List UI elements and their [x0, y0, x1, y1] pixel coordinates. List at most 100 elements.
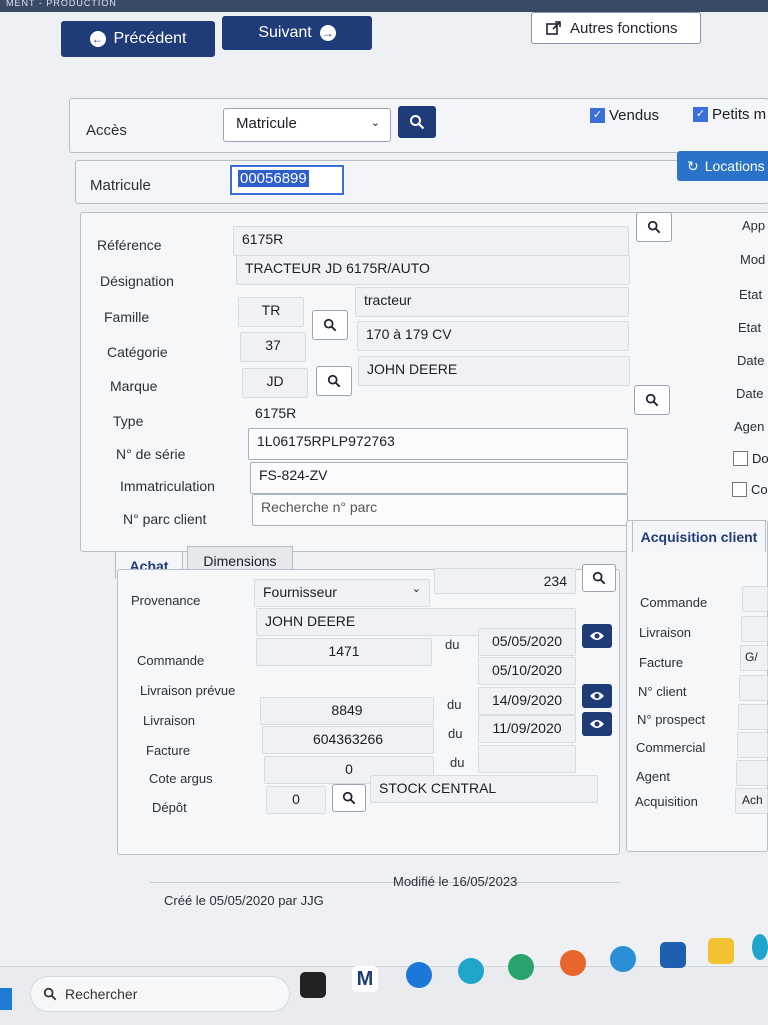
modified-info: Modifié le 16/05/2023 [393, 874, 518, 889]
matricule-input[interactable]: 00056899 [230, 165, 344, 195]
livraison-prevue-label: Livraison prévue [140, 683, 236, 698]
vendus-checkbox[interactable]: ✓ Vendus [590, 107, 659, 124]
access-search-button[interactable] [398, 106, 436, 138]
more-functions-button[interactable]: Autres fonctions [531, 12, 701, 44]
acq-facture-field[interactable]: G/ [740, 645, 768, 671]
right-checkbox-co[interactable]: ✓ Co [732, 482, 768, 497]
livraison-field[interactable]: 8849 [260, 697, 434, 725]
acq-prospect-field[interactable] [738, 704, 768, 730]
famille-search-button[interactable] [312, 310, 348, 340]
reference-label: Référence [97, 237, 162, 253]
search-icon [645, 393, 659, 407]
livraison-date-field[interactable]: 14/09/2020 [478, 687, 576, 715]
taskbar-search[interactable]: Rechercher [30, 976, 290, 1012]
right-checkbox-do[interactable]: ✓ Do [733, 451, 768, 466]
acq-client-label: N° client [638, 684, 687, 699]
right-search-button[interactable] [634, 385, 670, 415]
commande-view-button[interactable] [582, 624, 612, 648]
reference-search-button[interactable] [636, 212, 672, 242]
depot-code-field[interactable]: 0 [266, 786, 326, 814]
vendus-label: Vendus [609, 107, 660, 124]
parc-field[interactable]: Recherche n° parc [252, 494, 628, 526]
acq-acquisition-field[interactable]: Ach [735, 788, 768, 814]
app-m-icon[interactable]: M [352, 966, 378, 992]
acquisition-title: Acquisition client [632, 520, 766, 552]
immat-label: Immatriculation [120, 478, 215, 494]
acquisition-title-label: Acquisition client [640, 528, 758, 545]
matricule-value: 00056899 [238, 170, 309, 187]
acq-agent-field[interactable] [736, 760, 768, 786]
type-field: 6175R [255, 405, 297, 421]
access-select[interactable]: Matricule ⌄ [223, 108, 391, 142]
famille-name-field: tracteur [355, 287, 629, 317]
provenance-value: Fournisseur [263, 584, 337, 600]
tab-dimensions-label: Dimensions [203, 552, 277, 569]
eye-icon [590, 720, 604, 728]
marque-search-button[interactable] [316, 366, 352, 396]
designation-field[interactable]: TRACTEUR JD 6175R/AUTO [236, 255, 630, 285]
commande-label: Commande [137, 653, 205, 668]
file-explorer-icon[interactable] [708, 938, 734, 964]
designation-label: Désignation [100, 273, 174, 289]
marque-code-field[interactable]: JD [242, 368, 308, 398]
commande-date-field[interactable]: 05/05/2020 [478, 628, 576, 656]
external-link-icon [546, 21, 561, 35]
outlook-icon[interactable] [660, 942, 686, 968]
right-label-etat-2: Etat [738, 320, 762, 335]
petits-checkbox[interactable]: ✓ Petits m [693, 106, 766, 123]
categorie-code-field[interactable]: 37 [240, 332, 306, 362]
depot-label: Dépôt [152, 800, 187, 815]
edge-beta-icon[interactable] [610, 946, 636, 972]
previous-button[interactable]: ← Précédent [61, 21, 215, 57]
categorie-label: Catégorie [107, 344, 168, 360]
checkbox-checked-icon: ✓ [693, 107, 708, 122]
facture-view-button[interactable] [582, 712, 612, 736]
cote-date-field[interactable] [478, 745, 576, 773]
acq-commande-field[interactable] [742, 586, 768, 612]
depot-search-button[interactable] [332, 784, 366, 812]
provenance-select[interactable]: Fournisseur ⌄ [254, 579, 430, 607]
search-icon [647, 220, 661, 234]
right-label-app: App [742, 218, 766, 233]
marque-name-field: JOHN DEERE [358, 356, 630, 386]
edge-canary-icon[interactable] [752, 934, 768, 960]
commande-field[interactable]: 1471 [256, 638, 432, 666]
type-label: Type [113, 413, 144, 429]
acq-agent-label: Agent [636, 769, 670, 784]
livraison-view-button[interactable] [582, 684, 612, 708]
task-view-icon[interactable] [300, 972, 326, 998]
access-select-value: Matricule [236, 115, 297, 132]
chevron-down-icon: ⌄ [370, 117, 380, 129]
acq-commercial-field[interactable] [737, 732, 768, 758]
next-label: Suivant [258, 24, 312, 41]
famille-label: Famille [104, 309, 150, 325]
provenance-search-button[interactable] [582, 564, 616, 592]
search-icon [327, 374, 341, 388]
locations-button[interactable]: ↻ Locations [677, 151, 768, 181]
checkbox-unchecked-icon: ✓ [732, 482, 747, 497]
search-icon [410, 115, 425, 130]
facture-date-field[interactable]: 11/09/2020 [478, 715, 576, 743]
serie-field[interactable]: 1L06175RPLP972763 [248, 428, 628, 460]
reference-field[interactable]: 6175R [233, 226, 629, 256]
livraison-prevue-date-field[interactable]: 05/10/2020 [478, 657, 576, 685]
right-label-agent: Agen [734, 419, 765, 434]
right-label-date-1: Date [737, 353, 765, 368]
provenance-code-field[interactable]: 234 [434, 568, 576, 594]
immat-field[interactable]: FS-824-ZV [250, 462, 628, 494]
chevron-down-icon: ⌄ [411, 583, 421, 595]
edge-icon[interactable] [458, 958, 484, 984]
window-title: MENT - PRODUCTION [6, 0, 117, 8]
parc-placeholder: Recherche n° parc [261, 499, 378, 515]
onedrive-icon[interactable] [406, 962, 432, 988]
firefox-icon[interactable] [560, 950, 586, 976]
cote-du: du [450, 755, 465, 770]
acq-client-field[interactable] [739, 675, 768, 701]
facture-field[interactable]: 604363266 [262, 726, 434, 754]
edge-dev-icon[interactable] [508, 954, 534, 980]
next-button[interactable]: Suivant → [222, 16, 372, 50]
right-label-etat-1: Etat [739, 287, 763, 302]
famille-code-field[interactable]: TR [238, 297, 304, 327]
acq-livraison-field[interactable] [741, 616, 768, 642]
windows-start-icon[interactable] [0, 988, 12, 1010]
